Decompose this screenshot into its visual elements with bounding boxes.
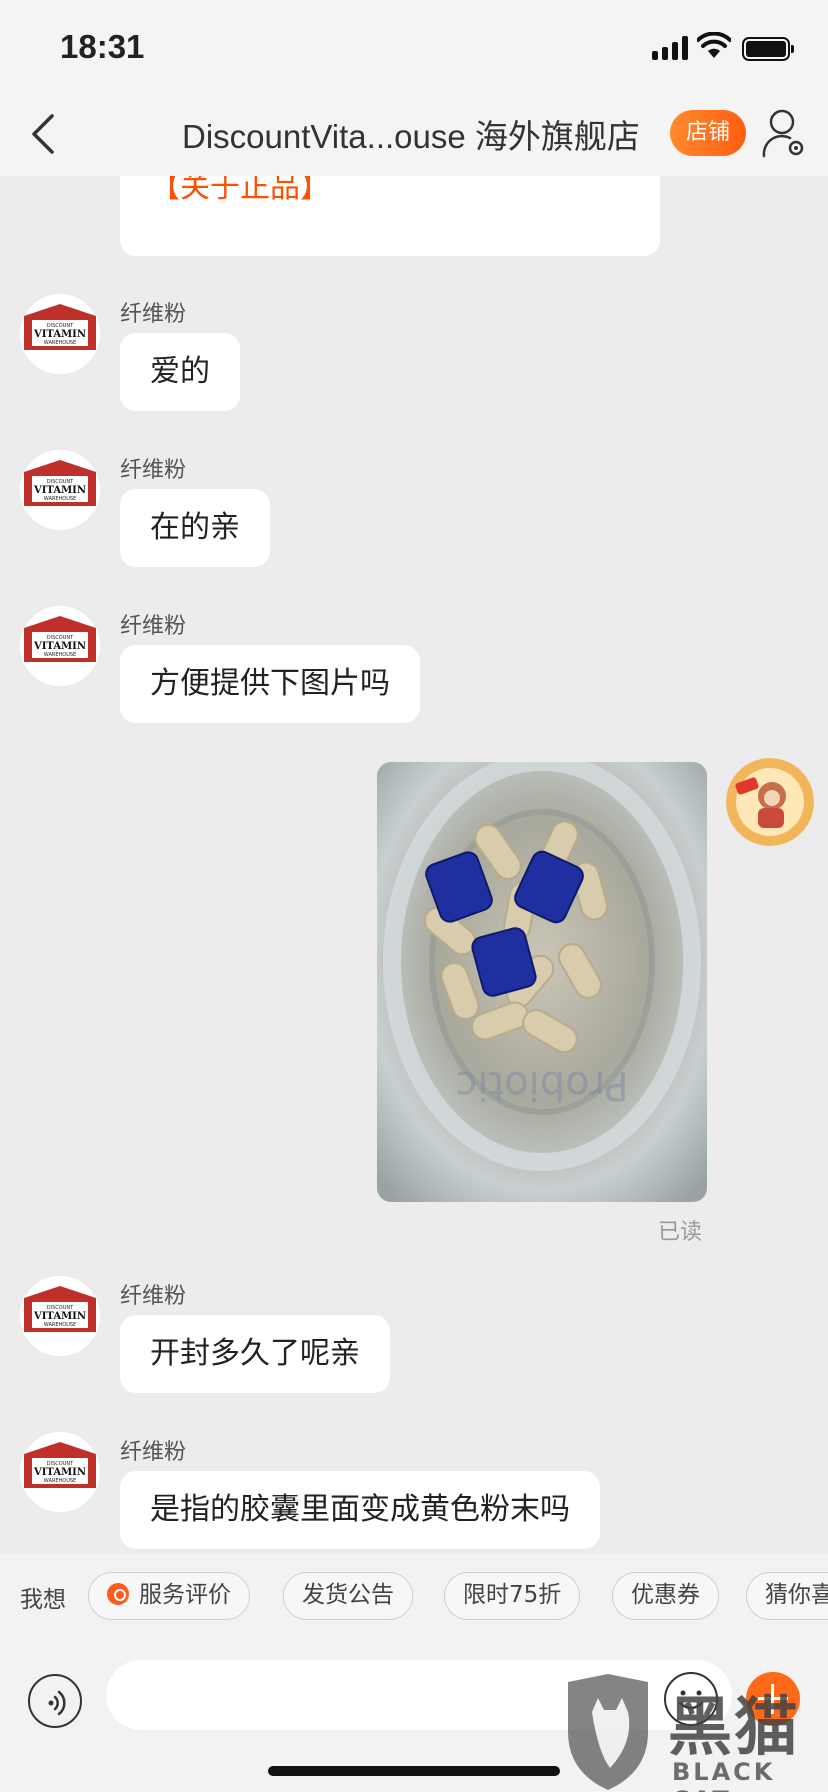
sender-name: 纤维粉 — [120, 458, 187, 483]
voice-button[interactable] — [28, 1674, 82, 1728]
message-text: 在的亲 — [150, 510, 240, 545]
watermark-subtitle: BLACK CAT — [672, 1758, 776, 1792]
sender-name: 纤维粉 — [120, 614, 187, 639]
shop-name-title: DiscountVita...ouse 海外旗舰店 — [182, 118, 640, 155]
vitamin-warehouse-logo: DISCOUNT VITAMIN WAREHOUSE — [24, 460, 96, 506]
message-text: 开封多久了呢亲 — [150, 1336, 360, 1371]
sender-name: 纤维粉 — [120, 302, 187, 327]
shop-avatar[interactable]: DISCOUNT VITAMIN WAREHOUSE — [20, 606, 100, 686]
cellular-signal-icon — [652, 36, 688, 60]
user-avatar[interactable] — [726, 758, 814, 846]
message-bubble: 在的亲 — [120, 489, 270, 567]
svg-text:WAREHOUSE: WAREHOUSE — [44, 652, 76, 658]
svg-text:VITAMIN: VITAMIN — [33, 485, 86, 496]
vitamin-warehouse-logo: DISCOUNT VITAMIN WAREHOUSE — [24, 616, 96, 662]
svg-text:WAREHOUSE: WAREHOUSE — [44, 340, 76, 346]
chat-header: DiscountVita...ouse 海外旗舰店 店铺 — [0, 92, 828, 176]
quick-reply-bar[interactable]: 我想 服务评价 发货公告 限时75折 优惠券 猜你喜 — [0, 1554, 828, 1640]
message-text: 【关于正品】 — [150, 176, 330, 205]
watermark-title: 黑猫 — [668, 1691, 800, 1765]
shop-avatar[interactable]: DISCOUNT VITAMIN WAREHOUSE — [20, 1276, 100, 1356]
svg-text:VITAMIN: VITAMIN — [33, 1467, 86, 1478]
read-status: 已读 — [658, 1220, 703, 1245]
sent-photo-capsules[interactable]: Probiotic — [377, 762, 707, 1202]
svg-text:WAREHOUSE: WAREHOUSE — [44, 1478, 76, 1484]
shop-avatar[interactable]: DISCOUNT VITAMIN WAREHOUSE — [20, 294, 100, 374]
message-bubble: 是指的胶囊里面变成黄色粉末吗 — [120, 1471, 600, 1549]
svg-text:VITAMIN: VITAMIN — [33, 329, 86, 340]
message-text: 是指的胶囊里面变成黄色粉末吗 — [150, 1492, 570, 1527]
message-bubble: 【关于正品】 — [120, 176, 660, 256]
back-arrow-icon[interactable] — [20, 106, 70, 162]
user-settings-icon[interactable] — [760, 106, 808, 160]
shop-avatar[interactable]: DISCOUNT VITAMIN WAREHOUSE — [20, 450, 100, 530]
chat-message-list[interactable]: 【关于正品】 DISCOUNT VITAMIN WAREHOUSE 纤维粉 爱的… — [0, 176, 828, 1554]
message-bubble: 爱的 — [120, 333, 240, 411]
svg-text:WAREHOUSE: WAREHOUSE — [44, 1322, 76, 1328]
vitamin-warehouse-logo: DISCOUNT VITAMIN WAREHOUSE — [24, 1286, 96, 1332]
battery-icon — [742, 37, 794, 61]
message-text: 方便提供下图片吗 — [150, 666, 390, 701]
home-indicator[interactable] — [268, 1766, 560, 1776]
chip-shipping-notice[interactable]: 发货公告 — [283, 1572, 413, 1620]
wifi-icon — [697, 32, 731, 58]
chip-service-review[interactable]: 服务评价 — [88, 1572, 250, 1620]
message-text: 爱的 — [150, 354, 210, 389]
message-bubble: 方便提供下图片吗 — [120, 645, 420, 723]
svg-text:VITAMIN: VITAMIN — [33, 1311, 86, 1322]
svg-text:VITAMIN: VITAMIN — [33, 641, 86, 652]
black-cat-watermark: 黑猫 BLACK CAT — [558, 1672, 828, 1792]
shop-avatar[interactable]: DISCOUNT VITAMIN WAREHOUSE — [20, 1432, 100, 1512]
svg-text:Probiotic: Probiotic — [455, 1062, 628, 1108]
shop-button[interactable]: 店铺 — [670, 110, 746, 156]
quick-reply-label: 我想 — [20, 1587, 66, 1613]
chip-guess-you-like[interactable]: 猜你喜 — [746, 1572, 828, 1620]
cat-shield-icon — [568, 1674, 648, 1790]
status-time: 18:31 — [60, 28, 145, 65]
message-bubble: 开封多久了呢亲 — [120, 1315, 390, 1393]
sender-name: 纤维粉 — [120, 1284, 187, 1309]
voice-icon — [48, 1690, 66, 1716]
status-bar: 18:31 — [0, 0, 828, 92]
service-review-icon — [107, 1583, 129, 1605]
sender-name: 纤维粉 — [120, 1440, 187, 1465]
svg-text:WAREHOUSE: WAREHOUSE — [44, 496, 76, 502]
chip-coupon[interactable]: 优惠券 — [612, 1572, 719, 1620]
vitamin-warehouse-logo: DISCOUNT VITAMIN WAREHOUSE — [24, 304, 96, 350]
vitamin-warehouse-logo: DISCOUNT VITAMIN WAREHOUSE — [24, 1442, 96, 1488]
chip-discount[interactable]: 限时75折 — [444, 1572, 581, 1620]
